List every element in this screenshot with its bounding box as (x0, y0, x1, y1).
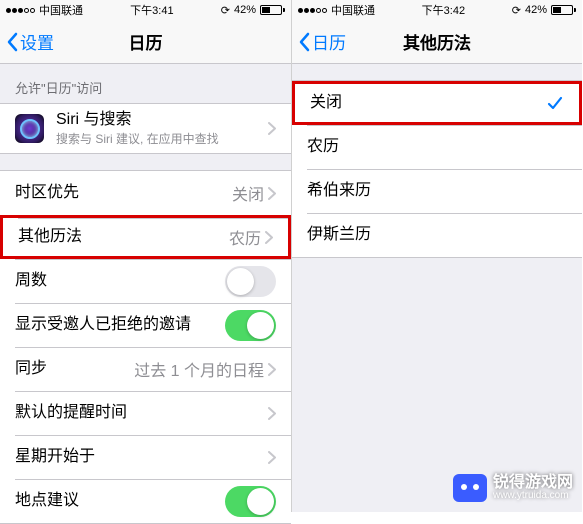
watermark-name: 锐得游戏网 (493, 475, 573, 491)
week-numbers-toggle[interactable] (225, 266, 276, 297)
status-bar: 中国联通 下午3:41 ⟳ 42% (0, 0, 291, 20)
signal-icon (6, 8, 35, 13)
chevron-left-icon (6, 32, 18, 52)
altcal-value: 农历 (229, 225, 261, 249)
tz-label: 时区优先 (15, 183, 232, 204)
default-alert-cell[interactable]: 默认的提醒时间 (0, 391, 291, 435)
option-islamic[interactable]: 伊斯兰历 (292, 213, 582, 257)
tz-value: 关闭 (232, 181, 264, 205)
alternate-calendars-pane: 中国联通 下午3:42 ⟳ 42% 日历 其他历法 关闭 农历 (291, 0, 582, 512)
chevron-left-icon (298, 32, 310, 52)
siri-icon (15, 114, 44, 143)
battery-icon (260, 5, 285, 15)
carrier-label: 中国联通 (39, 2, 83, 18)
section-header-access: 允许"日历"访问 (0, 64, 291, 103)
location-suggestions-toggle[interactable] (225, 486, 276, 517)
nav-bar: 设置 日历 (0, 20, 291, 64)
back-label: 设置 (20, 29, 54, 54)
option-lunar-label: 农历 (307, 137, 567, 158)
option-hebrew[interactable]: 希伯来历 (292, 169, 582, 213)
week-start-cell[interactable]: 星期开始于 (0, 435, 291, 479)
orientation-lock-icon: ⟳ (512, 4, 521, 17)
watermark: 锐得游戏网 www.ytruida.com (453, 474, 573, 502)
chevron-right-icon (268, 363, 276, 376)
option-hebrew-label: 希伯来历 (307, 181, 567, 202)
watermark-url: www.ytruida.com (493, 491, 573, 501)
siri-title: Siri 与搜索 (56, 110, 268, 131)
chevron-right-icon (265, 231, 273, 244)
option-islamic-label: 伊斯兰历 (307, 225, 567, 246)
back-label: 日历 (312, 29, 346, 54)
show-declined-cell[interactable]: 显示受邀人已拒绝的邀请 (0, 303, 291, 347)
watermark-logo-icon (453, 474, 487, 502)
clock-label: 下午3:41 (130, 2, 173, 18)
nav-bar: 日历 其他历法 (292, 20, 582, 64)
settings-calendar-pane: 中国联通 下午3:41 ⟳ 42% 设置 日历 允许"日历"访问 Siri 与搜… (0, 0, 291, 512)
siri-search-cell[interactable]: Siri 与搜索 搜索与 Siri 建议, 在应用中查找 (0, 104, 291, 153)
location-suggestions-cell[interactable]: 地点建议 (0, 479, 291, 523)
alert-label: 默认的提醒时间 (15, 403, 268, 424)
sync-label: 同步 (15, 359, 134, 380)
location-label: 地点建议 (15, 491, 225, 512)
show-declined-toggle[interactable] (225, 310, 276, 341)
alternate-calendars-cell[interactable]: 其他历法 农历 (0, 215, 291, 259)
weekstart-label: 星期开始于 (15, 447, 268, 468)
battery-percent: 42% (234, 4, 256, 16)
timezone-override-cell[interactable]: 时区优先 关闭 (0, 171, 291, 215)
battery-icon (551, 5, 576, 15)
option-lunar[interactable]: 农历 (292, 125, 582, 169)
sync-cell[interactable]: 同步 过去 1 个月的日程 (0, 347, 291, 391)
option-off-label: 关闭 (310, 93, 546, 114)
altcal-label: 其他历法 (18, 227, 229, 248)
orientation-lock-icon: ⟳ (221, 4, 230, 17)
weeknum-label: 周数 (15, 271, 225, 292)
chevron-right-icon (268, 122, 276, 135)
chevron-right-icon (268, 187, 276, 200)
chevron-right-icon (268, 407, 276, 420)
page-title: 其他历法 (403, 29, 471, 54)
option-off[interactable]: 关闭 (292, 81, 582, 125)
chevron-right-icon (268, 451, 276, 464)
back-button[interactable]: 设置 (0, 29, 54, 54)
check-icon (546, 94, 564, 112)
declined-label: 显示受邀人已拒绝的邀请 (15, 315, 225, 336)
battery-percent: 42% (525, 4, 547, 16)
siri-subtitle: 搜索与 Siri 建议, 在应用中查找 (56, 132, 268, 148)
status-bar: 中国联通 下午3:42 ⟳ 42% (292, 0, 582, 20)
signal-icon (298, 8, 327, 13)
back-button[interactable]: 日历 (292, 29, 346, 54)
week-numbers-cell[interactable]: 周数 (0, 259, 291, 303)
clock-label: 下午3:42 (422, 2, 465, 18)
page-title: 日历 (129, 29, 163, 54)
carrier-label: 中国联通 (331, 2, 375, 18)
sync-value: 过去 1 个月的日程 (134, 357, 264, 381)
